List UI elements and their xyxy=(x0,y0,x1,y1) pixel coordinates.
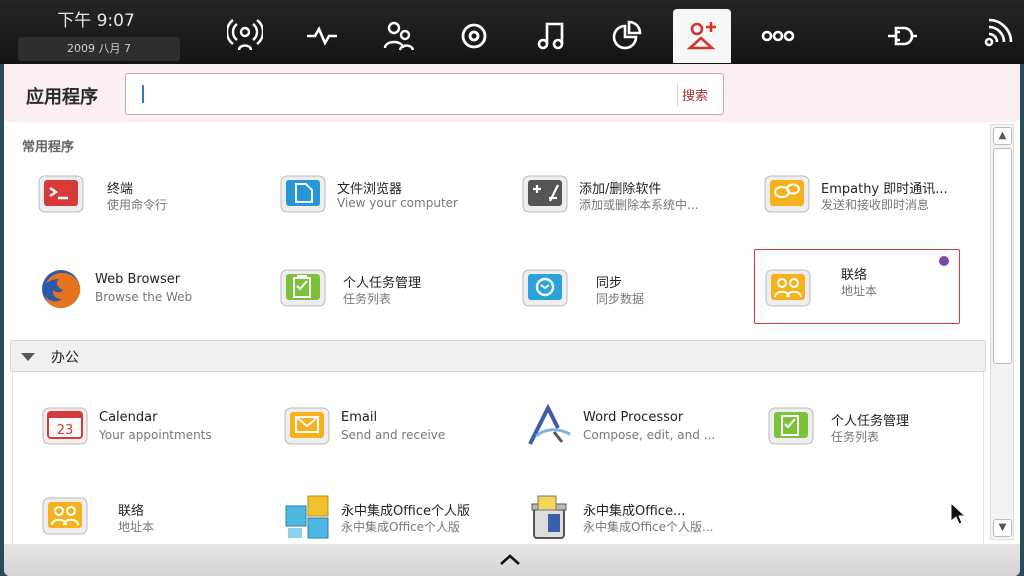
app-desc: 地址本 xyxy=(118,520,155,534)
section-title-frequent: 常用程序 xyxy=(22,140,75,155)
app-sync[interactable]: 同步 同步数据 xyxy=(520,264,750,328)
activity-icon[interactable] xyxy=(293,9,351,63)
calendar-icon: 23 xyxy=(40,402,90,452)
app-name: Empathy 即时通讯... xyxy=(821,182,948,197)
app-name: 个人任务管理 xyxy=(343,276,422,291)
app-empathy[interactable]: Empathy 即时通讯... 发送和接收即时消息 xyxy=(762,170,992,234)
app-contacts-office[interactable]: 联络 地址本 xyxy=(40,492,270,544)
category-title: 办公 xyxy=(51,350,79,366)
app-desc: 永中集成Office个人版 xyxy=(341,520,461,534)
people-icon[interactable] xyxy=(369,9,427,63)
app-tasks-office[interactable]: 个人任务管理 任务列表 xyxy=(766,402,996,466)
terminal-icon xyxy=(36,170,86,220)
file-browser-icon xyxy=(278,170,328,220)
applications-icon[interactable] xyxy=(673,9,731,63)
pie-icon[interactable] xyxy=(597,9,655,63)
app-desc: Browse the Web xyxy=(95,290,193,304)
mouse-cursor-icon xyxy=(950,502,966,525)
chat-icon xyxy=(762,170,812,220)
vertical-scrollbar[interactable]: ▲ ▼ xyxy=(990,124,1014,540)
app-contacts-selected[interactable]: 联络 地址本 xyxy=(754,249,960,324)
tasks-icon xyxy=(766,402,816,452)
app-file-browser[interactable]: 文件浏览器 View your computer xyxy=(278,170,508,234)
calendar-date: 23 xyxy=(57,423,74,438)
app-name: 永中集成Office个人版 xyxy=(341,504,470,519)
app-name: 联络 xyxy=(118,504,145,519)
app-name: Word Processor xyxy=(583,410,684,425)
app-desc: Send and receive xyxy=(341,428,446,442)
page-title: 应用程序 xyxy=(26,87,98,108)
app-calendar[interactable]: 23 Calendar Your appointments xyxy=(40,402,270,466)
app-name: Web Browser xyxy=(95,272,181,287)
app-name: 添加/删除软件 xyxy=(579,182,662,197)
app-desc: 同步数据 xyxy=(596,292,645,306)
pin-icon[interactable] xyxy=(939,256,949,266)
tasks-icon xyxy=(278,264,328,314)
app-desc: 任务列表 xyxy=(343,292,392,306)
word-processor-icon xyxy=(524,402,574,452)
app-web-browser[interactable]: Web Browser Browse the Web xyxy=(38,264,268,328)
app-name: 同步 xyxy=(596,276,623,291)
devices-icon[interactable] xyxy=(873,9,931,63)
app-name: 文件浏览器 xyxy=(337,182,403,197)
search-input[interactable]: 搜索 xyxy=(125,73,724,115)
office-cleaner-icon xyxy=(524,492,574,542)
scroll-down-button[interactable]: ▼ xyxy=(993,519,1012,537)
app-name: 个人任务管理 xyxy=(831,414,910,429)
clock-time: 下午 9:07 xyxy=(57,11,135,31)
clock: 下午 9:07 2009 八月 7 xyxy=(18,6,182,61)
apps-scroll-area[interactable]: 常用程序 终端 使用命令行 文件浏览器 View your computer 添… xyxy=(4,122,1020,544)
app-email[interactable]: Email Send and receive xyxy=(282,402,512,466)
collapse-chevron-icon[interactable] xyxy=(498,550,522,570)
add-remove-icon xyxy=(520,170,570,220)
search-button[interactable]: 搜索 xyxy=(682,85,708,104)
app-word-processor[interactable]: Word Processor Compose, edit, and ... xyxy=(524,402,754,466)
app-office-suite[interactable]: 永中集成Office个人版 永中集成Office个人版 xyxy=(282,492,512,544)
status-icon[interactable] xyxy=(216,9,274,63)
category-header-office[interactable]: 办公 xyxy=(10,340,986,372)
search-divider xyxy=(677,84,678,106)
bottom-bar xyxy=(4,544,1020,576)
email-icon xyxy=(282,402,332,452)
app-desc: 使用命令行 xyxy=(107,198,168,212)
music-icon[interactable] xyxy=(521,9,579,63)
app-tasks[interactable]: 个人任务管理 任务列表 xyxy=(278,264,508,328)
app-add-remove[interactable]: 添加/删除软件 添加或删除本系统中... xyxy=(520,170,750,234)
app-terminal[interactable]: 终端 使用命令行 xyxy=(36,170,266,234)
app-desc: Your appointments xyxy=(99,428,212,442)
office-suite-icon xyxy=(282,492,332,542)
app-desc: 发送和接收即时消息 xyxy=(821,198,930,212)
scroll-up-button[interactable]: ▲ xyxy=(993,127,1012,145)
wireless-icon[interactable] xyxy=(966,9,1024,63)
media-icon[interactable] xyxy=(445,9,503,63)
contacts-icon xyxy=(40,492,90,542)
clock-date: 2009 八月 7 xyxy=(18,37,180,61)
apps-grid-icon[interactable] xyxy=(749,9,807,63)
applications-panel: 应用程序 搜索 常用程序 终端 使用命令行 文件浏览器 View your co… xyxy=(4,64,1020,576)
panel-header: 应用程序 搜索 xyxy=(4,64,1020,122)
sync-icon xyxy=(520,264,570,314)
scroll-thumb[interactable] xyxy=(993,148,1012,364)
app-desc: 添加或删除本系统中... xyxy=(579,198,699,212)
app-desc: Compose, edit, and ... xyxy=(583,428,716,442)
app-desc: 地址本 xyxy=(841,284,878,298)
top-toolbar: 下午 9:07 2009 八月 7 xyxy=(0,0,1024,64)
text-caret xyxy=(142,85,144,103)
app-desc: 任务列表 xyxy=(831,430,880,444)
app-name: 联络 xyxy=(841,268,868,283)
app-name: 终端 xyxy=(107,182,134,197)
app-name: 永中集成Office... xyxy=(583,504,686,519)
app-name: Calendar xyxy=(99,410,158,425)
app-desc: 永中集成Office个人版... xyxy=(583,520,714,534)
app-desc: View your computer xyxy=(337,196,458,210)
firefox-icon xyxy=(38,264,88,314)
app-name: Email xyxy=(341,410,378,425)
collapse-triangle-icon[interactable] xyxy=(21,353,35,361)
app-office-cleaner[interactable]: 永中集成Office... 永中集成Office个人版... xyxy=(524,492,754,544)
contacts-icon xyxy=(763,264,813,314)
